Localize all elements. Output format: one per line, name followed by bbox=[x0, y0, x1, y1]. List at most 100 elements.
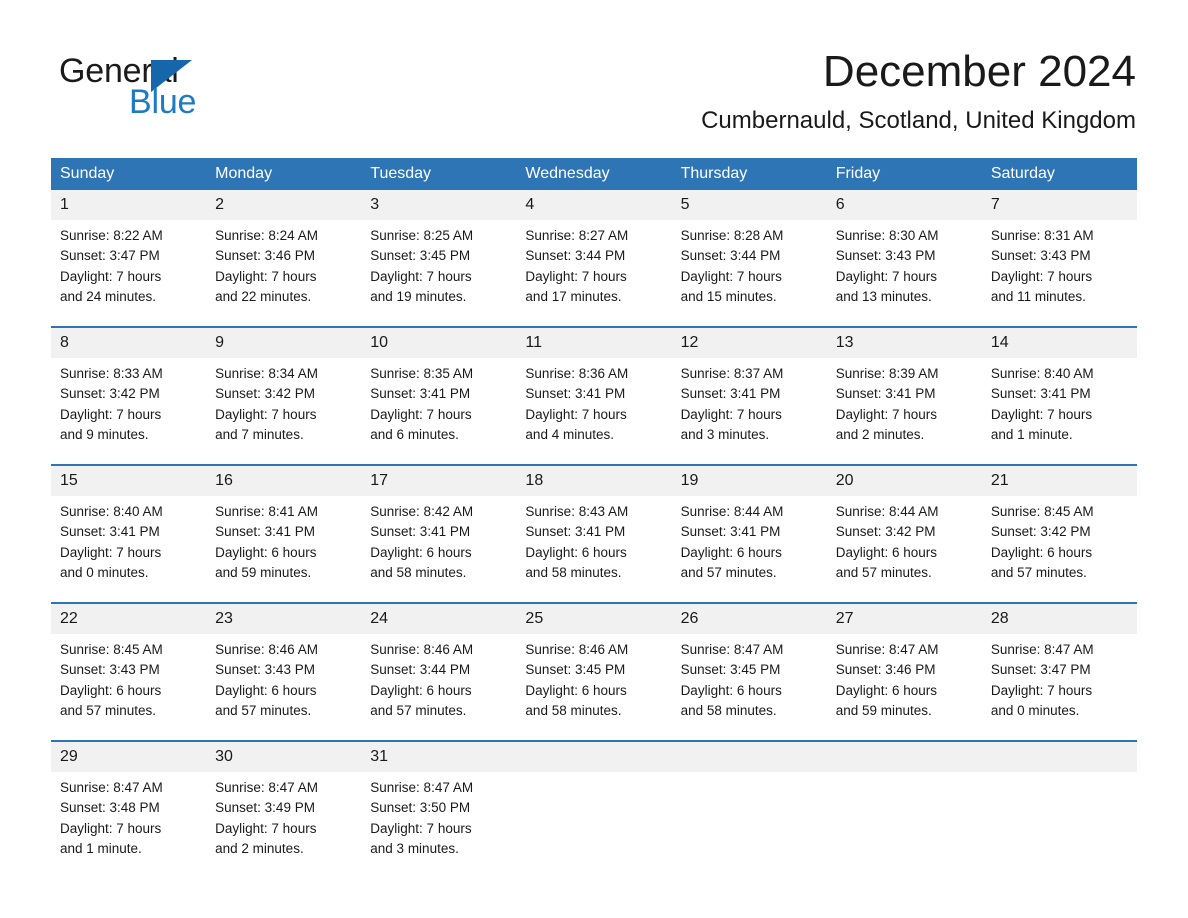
calendar-week-row: 22 Sunrise: 8:45 AM Sunset: 3:43 PM Dayl… bbox=[51, 602, 1137, 722]
daylight-text-line1: Daylight: 6 hours bbox=[680, 682, 782, 698]
day-details: Sunrise: 8:30 AM Sunset: 3:43 PM Dayligh… bbox=[827, 220, 982, 307]
daylight-text-line2: and 2 minutes. bbox=[835, 426, 925, 442]
sunrise-text: Sunrise: 8:39 AM bbox=[835, 366, 939, 381]
sunrise-text: Sunrise: 8:35 AM bbox=[370, 366, 474, 381]
sunrise-text: Sunrise: 8:30 AM bbox=[835, 228, 939, 243]
calendar-day-cell[interactable]: 7 Sunrise: 8:31 AM Sunset: 3:43 PM Dayli… bbox=[981, 190, 1137, 308]
calendar-day-cell[interactable]: 29 Sunrise: 8:47 AM Sunset: 3:48 PM Dayl… bbox=[51, 740, 207, 860]
calendar-day-cell[interactable]: 6 Sunrise: 8:30 AM Sunset: 3:43 PM Dayli… bbox=[826, 190, 982, 308]
daylight-text-line2: and 3 minutes. bbox=[370, 840, 459, 856]
day-details-empty bbox=[982, 772, 1137, 778]
day-number: 3 bbox=[361, 190, 517, 220]
calendar-day-cell[interactable]: 1 Sunrise: 8:22 AM Sunset: 3:47 PM Dayli… bbox=[51, 190, 207, 308]
daylight-text-line2: and 58 minutes. bbox=[370, 564, 467, 580]
calendar-day-cell[interactable]: 14 Sunrise: 8:40 AM Sunset: 3:41 PM Dayl… bbox=[981, 326, 1137, 446]
calendar-day-cell[interactable]: 23 Sunrise: 8:46 AM Sunset: 3:43 PM Dayl… bbox=[206, 602, 362, 722]
calendar-day-cell[interactable]: 12 Sunrise: 8:37 AM Sunset: 3:41 PM Dayl… bbox=[671, 326, 827, 446]
sunset-text: Sunset: 3:46 PM bbox=[835, 662, 936, 678]
day-number: 9 bbox=[206, 328, 362, 358]
day-details: Sunrise: 8:31 AM Sunset: 3:43 PM Dayligh… bbox=[982, 220, 1137, 307]
sunset-text: Sunset: 3:41 PM bbox=[60, 524, 160, 540]
daylight-text-line1: Daylight: 7 hours bbox=[215, 820, 317, 836]
sunrise-text: Sunrise: 8:27 AM bbox=[525, 228, 629, 243]
day-details: Sunrise: 8:44 AM Sunset: 3:41 PM Dayligh… bbox=[672, 496, 827, 583]
calendar-day-cell[interactable]: 13 Sunrise: 8:39 AM Sunset: 3:41 PM Dayl… bbox=[826, 326, 982, 446]
calendar-day-cell[interactable]: 20 Sunrise: 8:44 AM Sunset: 3:42 PM Dayl… bbox=[826, 464, 982, 584]
calendar-day-cell[interactable]: 30 Sunrise: 8:47 AM Sunset: 3:49 PM Dayl… bbox=[206, 740, 362, 860]
sunrise-text: Sunrise: 8:47 AM bbox=[680, 642, 784, 657]
calendar-day-cell[interactable]: 10 Sunrise: 8:35 AM Sunset: 3:41 PM Dayl… bbox=[361, 326, 517, 446]
sunset-text: Sunset: 3:45 PM bbox=[370, 248, 471, 264]
daylight-text-line1: Daylight: 7 hours bbox=[525, 406, 627, 422]
day-number: 2 bbox=[206, 190, 362, 220]
daylight-text-line1: Daylight: 6 hours bbox=[525, 544, 627, 560]
day-details: Sunrise: 8:46 AM Sunset: 3:43 PM Dayligh… bbox=[206, 634, 361, 721]
sunrise-text: Sunrise: 8:43 AM bbox=[525, 504, 629, 519]
daylight-text-line1: Daylight: 6 hours bbox=[215, 682, 317, 698]
daylight-text-line1: Daylight: 6 hours bbox=[680, 544, 782, 560]
calendar-day-cell[interactable]: 24 Sunrise: 8:46 AM Sunset: 3:44 PM Dayl… bbox=[361, 602, 517, 722]
calendar-day-cell[interactable]: 18 Sunrise: 8:43 AM Sunset: 3:41 PM Dayl… bbox=[516, 464, 672, 584]
sunset-text: Sunset: 3:44 PM bbox=[370, 662, 471, 678]
day-details-empty bbox=[672, 772, 827, 778]
day-details: Sunrise: 8:47 AM Sunset: 3:49 PM Dayligh… bbox=[206, 772, 361, 859]
daylight-text-line2: and 57 minutes. bbox=[370, 702, 467, 718]
calendar-day-cell[interactable]: 19 Sunrise: 8:44 AM Sunset: 3:41 PM Dayl… bbox=[671, 464, 827, 584]
calendar-day-cell[interactable]: 5 Sunrise: 8:28 AM Sunset: 3:44 PM Dayli… bbox=[671, 190, 827, 308]
daylight-text-line1: Daylight: 7 hours bbox=[60, 544, 162, 560]
day-details: Sunrise: 8:45 AM Sunset: 3:43 PM Dayligh… bbox=[51, 634, 206, 721]
page-header: General Blue December 2024 Cumbernauld, … bbox=[0, 0, 1188, 150]
weekday-header-thursday: Thursday bbox=[671, 158, 827, 190]
sunrise-text: Sunrise: 8:44 AM bbox=[835, 504, 939, 519]
calendar-day-cell[interactable]: 15 Sunrise: 8:40 AM Sunset: 3:41 PM Dayl… bbox=[51, 464, 207, 584]
daylight-text-line2: and 3 minutes. bbox=[680, 426, 770, 442]
calendar-day-cell[interactable]: 11 Sunrise: 8:36 AM Sunset: 3:41 PM Dayl… bbox=[516, 326, 672, 446]
calendar-day-cell[interactable]: 25 Sunrise: 8:46 AM Sunset: 3:45 PM Dayl… bbox=[516, 602, 672, 722]
day-details: Sunrise: 8:39 AM Sunset: 3:41 PM Dayligh… bbox=[827, 358, 982, 445]
daylight-text-line2: and 58 minutes. bbox=[680, 702, 777, 718]
calendar-week-row: 8 Sunrise: 8:33 AM Sunset: 3:42 PM Dayli… bbox=[51, 326, 1137, 446]
daylight-text-line1: Daylight: 6 hours bbox=[370, 682, 472, 698]
daylight-text-line2: and 19 minutes. bbox=[370, 288, 467, 304]
sunset-text: Sunset: 3:47 PM bbox=[60, 248, 160, 264]
sunset-text: Sunset: 3:43 PM bbox=[215, 662, 315, 678]
day-number: 28 bbox=[981, 604, 1137, 634]
daylight-text-line1: Daylight: 7 hours bbox=[990, 268, 1093, 284]
day-number-empty bbox=[826, 742, 982, 772]
daylight-text-line1: Daylight: 6 hours bbox=[835, 682, 938, 698]
calendar-day-cell[interactable]: 28 Sunrise: 8:47 AM Sunset: 3:47 PM Dayl… bbox=[981, 602, 1137, 722]
day-details: Sunrise: 8:44 AM Sunset: 3:42 PM Dayligh… bbox=[827, 496, 982, 583]
daylight-text-line2: and 57 minutes. bbox=[60, 702, 157, 718]
calendar-day-cell[interactable]: 27 Sunrise: 8:47 AM Sunset: 3:46 PM Dayl… bbox=[826, 602, 982, 722]
calendar-day-cell[interactable]: 26 Sunrise: 8:47 AM Sunset: 3:45 PM Dayl… bbox=[671, 602, 827, 722]
day-number: 22 bbox=[51, 604, 207, 634]
calendar-day-cell[interactable]: 17 Sunrise: 8:42 AM Sunset: 3:41 PM Dayl… bbox=[361, 464, 517, 584]
calendar-day-cell[interactable]: 31 Sunrise: 8:47 AM Sunset: 3:50 PM Dayl… bbox=[361, 740, 517, 860]
sunrise-text: Sunrise: 8:33 AM bbox=[60, 366, 163, 381]
daylight-text-line2: and 59 minutes. bbox=[215, 564, 312, 580]
calendar-day-cell[interactable]: 22 Sunrise: 8:45 AM Sunset: 3:43 PM Dayl… bbox=[51, 602, 207, 722]
calendar-day-cell[interactable]: 9 Sunrise: 8:34 AM Sunset: 3:42 PM Dayli… bbox=[206, 326, 362, 446]
day-details-empty bbox=[516, 772, 671, 778]
calendar-day-cell[interactable]: 3 Sunrise: 8:25 AM Sunset: 3:45 PM Dayli… bbox=[361, 190, 517, 308]
calendar-header-row: Sunday Monday Tuesday Wednesday Thursday… bbox=[51, 158, 1137, 190]
day-number: 8 bbox=[51, 328, 207, 358]
page-title: December 2024 bbox=[822, 47, 1136, 96]
daylight-text-line2: and 59 minutes. bbox=[835, 702, 932, 718]
calendar-day-cell[interactable]: 4 Sunrise: 8:27 AM Sunset: 3:44 PM Dayli… bbox=[516, 190, 672, 308]
sunset-text: Sunset: 3:45 PM bbox=[680, 662, 781, 678]
calendar-day-cell[interactable]: 16 Sunrise: 8:41 AM Sunset: 3:41 PM Dayl… bbox=[206, 464, 362, 584]
sunset-text: Sunset: 3:41 PM bbox=[215, 524, 315, 540]
calendar-day-cell[interactable]: 21 Sunrise: 8:45 AM Sunset: 3:42 PM Dayl… bbox=[981, 464, 1137, 584]
daylight-text-line2: and 0 minutes. bbox=[60, 564, 149, 580]
sunrise-sunset-calendar: Sunday Monday Tuesday Wednesday Thursday… bbox=[51, 158, 1137, 860]
calendar-day-cell[interactable]: 2 Sunrise: 8:24 AM Sunset: 3:46 PM Dayli… bbox=[206, 190, 362, 308]
calendar-day-cell[interactable]: 8 Sunrise: 8:33 AM Sunset: 3:42 PM Dayli… bbox=[51, 326, 207, 446]
day-number-empty bbox=[981, 742, 1137, 772]
sunset-text: Sunset: 3:41 PM bbox=[370, 524, 471, 540]
day-number: 25 bbox=[516, 604, 672, 634]
sunset-text: Sunset: 3:50 PM bbox=[370, 800, 471, 816]
daylight-text-line2: and 13 minutes. bbox=[835, 288, 932, 304]
calendar-day-cell-empty bbox=[826, 740, 982, 860]
calendar-day-cell-empty bbox=[671, 740, 827, 860]
